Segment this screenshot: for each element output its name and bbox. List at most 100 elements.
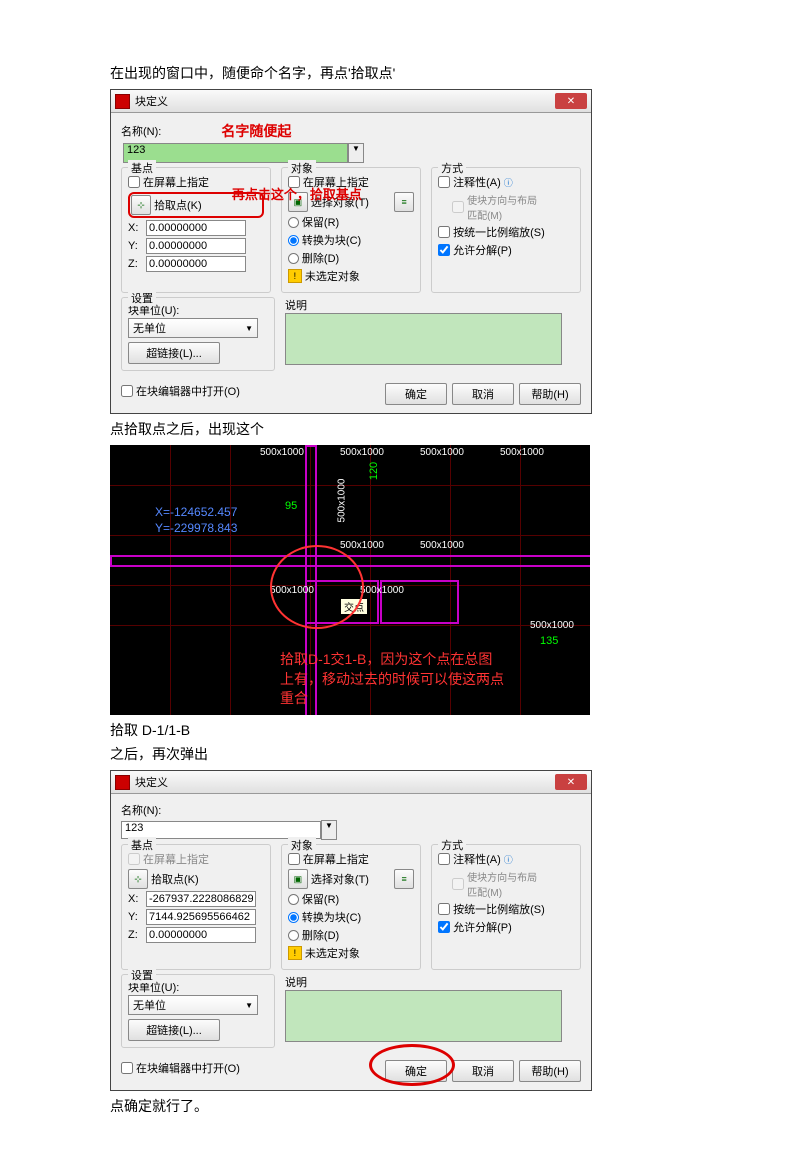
cancel-button[interactable]: 取消: [452, 1060, 514, 1082]
z-label: Z:: [128, 929, 142, 941]
block-define-dialog-1: 块定义 ✕ 名称(N): 名字随便起 123 ▼ 基点 在屏幕上指定 ⊹ 拾取点…: [110, 89, 592, 414]
titlebar[interactable]: 块定义 ✕: [111, 90, 591, 113]
dim-label: 500x1000: [340, 540, 384, 551]
object-group: 对象 在屏幕上指定 ▣选择对象(T)≡ 保留(R) 转换为块(C) 删除(D) …: [281, 167, 421, 293]
dim-label: 500x1000: [336, 479, 347, 523]
annotation-name: 名字随便起: [221, 121, 291, 141]
explode-checkbox[interactable]: 允许分解(P): [438, 919, 574, 935]
annotation-click: 再点击这个，拾取基点: [232, 184, 362, 203]
filter-icon[interactable]: ≡: [394, 192, 414, 212]
intro-text: 在出现的窗口中，随便命个名字，再点'拾取点': [110, 63, 690, 84]
y-label: Y:: [128, 240, 142, 252]
group-title-obj: 对象: [288, 160, 316, 176]
app-icon: [115, 94, 130, 109]
uniform-checkbox[interactable]: 按统一比例缩放(S): [438, 901, 574, 917]
group-title-base: 基点: [128, 160, 156, 176]
titlebar[interactable]: 块定义 ✕: [111, 771, 591, 794]
name-label: 名称(N):: [121, 123, 161, 139]
help-button[interactable]: 帮助(H): [519, 1060, 581, 1082]
dim-label: 500x1000: [420, 540, 464, 551]
dim-label: 500x1000: [340, 447, 384, 458]
select-object-button[interactable]: 选择对象(T): [311, 871, 369, 887]
mid-text-1: 点拾取点之后，出现这个: [110, 419, 690, 440]
y-input[interactable]: [146, 909, 256, 925]
pickpoint-icon[interactable]: ⊹: [128, 869, 148, 889]
block-define-dialog-2: 块定义 ✕ 名称(N): 123 ▼ 基点 在屏幕上指定 ⊹拾取点(K) X: …: [110, 770, 592, 1091]
settings-group: 设置 块单位(U): 无单位▼ 超链接(L)...: [121, 297, 275, 371]
red-annotation-text: 拾取D-1交1-B，因为这个点在总图 上有，移动过去的时候可以使这两点 重合: [280, 650, 504, 709]
delete-radio[interactable]: 删除(D): [288, 250, 414, 266]
unit-combo[interactable]: 无单位▼: [128, 318, 258, 338]
hyperlink-button[interactable]: 超链接(L)...: [128, 1019, 220, 1041]
cad-screenshot: 500x1000 500x1000 500x1000 500x1000 500x…: [110, 445, 590, 715]
g-label-135: 135: [540, 635, 558, 647]
warning-icon: !: [288, 269, 302, 283]
open-editor-checkbox[interactable]: 在块编辑器中打开(O): [121, 383, 240, 399]
ok-button[interactable]: 确定: [385, 383, 447, 405]
dim-label: 500x1000: [420, 447, 464, 458]
annotative-checkbox[interactable]: 注释性(A)ⓘ: [438, 851, 574, 867]
pickpoint-button[interactable]: 拾取点(K): [151, 871, 199, 887]
red-circle-annotation: [270, 545, 364, 629]
warning-icon: !: [288, 946, 302, 960]
basepoint-group: 基点 在屏幕上指定 ⊹拾取点(K) X: Y: Z:: [121, 844, 271, 970]
group-title-mode: 方式: [438, 160, 466, 176]
help-button[interactable]: 帮助(H): [519, 383, 581, 405]
x-input[interactable]: [146, 891, 256, 907]
annotative-checkbox[interactable]: 注释性(A)ⓘ: [438, 174, 574, 190]
z-label: Z:: [128, 258, 142, 270]
z-input[interactable]: [146, 256, 246, 272]
group-title-settings: 设置: [128, 967, 156, 983]
y-label: Y:: [128, 911, 142, 923]
uniform-checkbox[interactable]: 按统一比例缩放(S): [438, 224, 574, 240]
y-input[interactable]: [146, 238, 246, 254]
noobj-text: 未选定对象: [305, 945, 360, 961]
desc-label: 说明: [285, 297, 565, 313]
explode-checkbox[interactable]: 允许分解(P): [438, 242, 574, 258]
open-editor-checkbox[interactable]: 在块编辑器中打开(O): [121, 1060, 240, 1076]
x-input[interactable]: [146, 220, 246, 236]
orient-checkbox: 使块方向与布局 匹配(M): [452, 192, 574, 222]
group-title-mode: 方式: [438, 837, 466, 853]
hyperlink-button[interactable]: 超链接(L)...: [128, 342, 220, 364]
coord-x: X=-124652.457: [155, 505, 237, 519]
delete-radio[interactable]: 删除(D): [288, 927, 414, 943]
retain-radio[interactable]: 保留(R): [288, 891, 414, 907]
cancel-button[interactable]: 取消: [452, 383, 514, 405]
select-icon[interactable]: ▣: [288, 869, 308, 889]
dim-label: 500x1000: [360, 585, 404, 596]
mid-text-2a: 拾取 D-1/1-B: [110, 720, 690, 741]
mode-group: 方式 注释性(A)ⓘ 使块方向与布局 匹配(M) 按统一比例缩放(S) 允许分解…: [431, 844, 581, 970]
dim-label: 500x1000: [260, 447, 304, 458]
app-icon: [115, 775, 130, 790]
unit-combo[interactable]: 无单位▼: [128, 995, 258, 1015]
end-text: 点确定就行了。: [110, 1096, 690, 1117]
convert-radio[interactable]: 转换为块(C): [288, 909, 414, 925]
mode-group: 方式 注释性(A)ⓘ 使块方向与布局 匹配(M) 按统一比例缩放(S) 允许分解…: [431, 167, 581, 293]
onscreen-checkbox-2[interactable]: 在屏幕上指定: [288, 851, 414, 867]
settings-group: 设置 块单位(U): 无单位▼ 超链接(L)...: [121, 974, 275, 1048]
close-icon[interactable]: ✕: [555, 774, 587, 790]
mid-text-2b: 之后，再次弹出: [110, 744, 690, 765]
group-title-obj: 对象: [288, 837, 316, 853]
dropdown-arrow-icon[interactable]: ▼: [321, 820, 337, 840]
object-group: 对象 在屏幕上指定 ▣选择对象(T)≡ 保留(R) 转换为块(C) 删除(D) …: [281, 844, 421, 970]
close-icon[interactable]: ✕: [555, 93, 587, 109]
convert-radio[interactable]: 转换为块(C): [288, 232, 414, 248]
g-label-95: 95: [285, 500, 297, 512]
description-textarea[interactable]: [285, 990, 562, 1042]
g-label-120: 120: [368, 462, 380, 480]
z-input[interactable]: [146, 927, 256, 943]
orient-checkbox: 使块方向与布局 匹配(M): [452, 869, 574, 899]
name-label: 名称(N):: [121, 802, 161, 818]
dropdown-arrow-icon[interactable]: ▼: [348, 143, 364, 163]
coord-y: Y=-229978.843: [155, 521, 237, 535]
dim-label: 500x1000: [500, 447, 544, 458]
pickpoint-icon[interactable]: ⊹: [131, 195, 151, 215]
pickpoint-button[interactable]: 拾取点(K): [154, 197, 202, 213]
filter-icon[interactable]: ≡: [394, 869, 414, 889]
group-title-base: 基点: [128, 837, 156, 853]
description-textarea[interactable]: [285, 313, 562, 365]
retain-radio[interactable]: 保留(R): [288, 214, 414, 230]
red-oval-annotation: [369, 1044, 455, 1086]
